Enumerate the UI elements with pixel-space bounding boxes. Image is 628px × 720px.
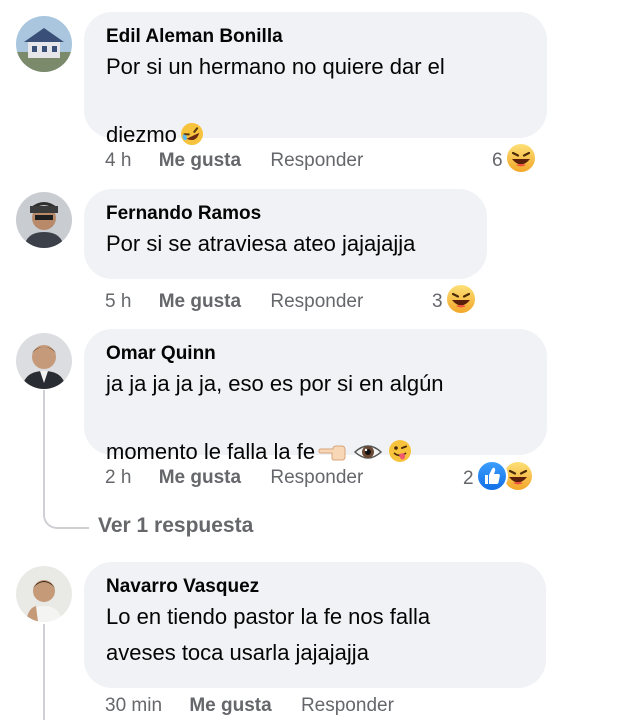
avatar[interactable] [16,333,72,389]
reply-button[interactable]: Responder [270,291,363,312]
like-button[interactable]: Me gusta [189,695,271,716]
comment-time[interactable]: 30 min [105,695,162,716]
reaction-count: 6 [492,150,503,171]
reaction-summary[interactable]: 3 [432,283,477,321]
comment-actions: 5 h Me gusta Responder [105,290,363,314]
comment-actions: 4 h Me gusta Responder [105,149,363,173]
comment-text: Por si se atraviesa ateo jajajajja [106,231,416,256]
comment-actions: 2 h Me gusta Responder [105,466,363,490]
haha-icon [504,142,537,180]
comment-time[interactable]: 2 h [105,467,131,488]
comment-bubble: Navarro Vasquez Lo en tiendo pastor la f… [84,562,546,688]
view-replies-button[interactable]: Ver 1 respuesta [98,514,253,538]
winking-tongue-icon [387,402,413,475]
like-button[interactable]: Me gusta [159,291,241,312]
avatar[interactable] [16,16,72,72]
reaction-summary[interactable]: 2 [463,460,534,498]
thread-connector [43,505,89,529]
reply-button[interactable]: Responder [270,467,363,488]
comment-text: Por si un hermano no quiere dar el diezm… [106,49,525,158]
reaction-summary[interactable]: 6 [492,142,537,180]
comment-actions: 30 min Me gusta Responder [105,694,394,718]
comment-time[interactable]: 5 h [105,291,131,312]
like-button[interactable]: Me gusta [159,150,241,171]
haha-icon [444,283,477,321]
reaction-count: 3 [432,291,443,312]
avatar[interactable] [16,192,72,248]
thread-line [43,390,45,508]
comment-author[interactable]: Navarro Vasquez [106,575,524,599]
comment-author[interactable]: Edil Aleman Bonilla [106,25,525,49]
reply-button[interactable]: Responder [301,695,394,716]
thread-line [43,624,45,720]
comment-author[interactable]: Omar Quinn [106,342,525,366]
comment-text: Lo en tiendo pastor la fe nos falla aves… [106,604,431,665]
reaction-count: 2 [463,468,474,489]
reply-button[interactable]: Responder [270,150,363,171]
rolling-laughing-icon [179,85,205,158]
avatar[interactable] [16,566,72,622]
comment-bubble: Edil Aleman Bonilla Por si un hermano no… [84,12,547,147]
like-icon [475,460,508,498]
comment-bubble: Fernando Ramos Por si se atraviesa ateo … [84,189,487,279]
comment-bubble: Omar Quinn ja ja ja ja ja, eso es por si… [84,329,547,464]
like-button[interactable]: Me gusta [159,467,241,488]
pointing-left-hand-icon [317,403,347,475]
comment-time[interactable]: 4 h [105,150,131,171]
comment-text: ja ja ja ja ja, eso es por si en algún m… [106,366,525,475]
comment-author[interactable]: Fernando Ramos [106,202,465,226]
eye-icon [353,403,383,475]
